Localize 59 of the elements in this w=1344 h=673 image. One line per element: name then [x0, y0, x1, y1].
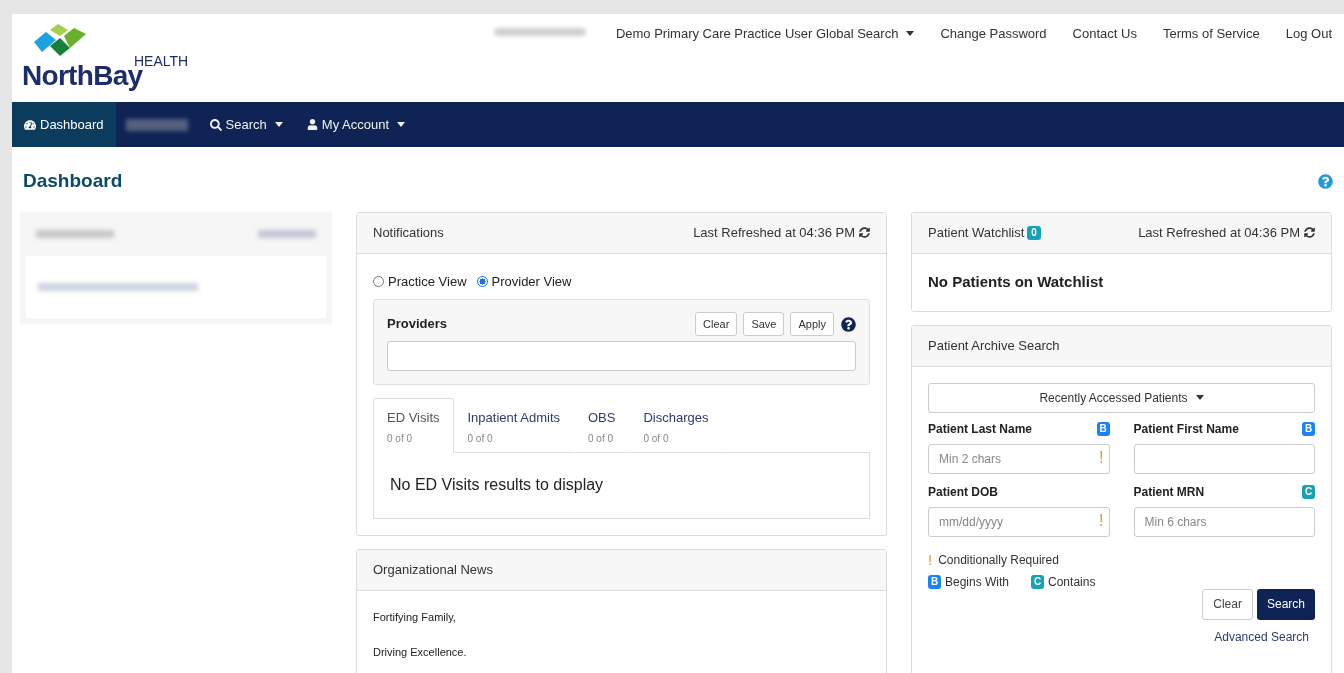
badge: C — [1031, 574, 1045, 589]
refresh-icon[interactable] — [1304, 227, 1315, 238]
nav-item[interactable]: Dashboard — [12, 102, 116, 147]
news-text: Driving Excellence. — [373, 645, 468, 660]
search-icon — [209, 118, 222, 131]
header-link[interactable]: Change Password — [940, 24, 1047, 44]
card-title: Organizational News — [373, 560, 493, 579]
results-tab[interactable]: ED Visits 0 of 0 — [373, 398, 454, 453]
user-icon — [306, 119, 318, 130]
blurred-text — [125, 118, 188, 131]
text-input[interactable]: Min 6 chars — [1133, 506, 1315, 537]
card-title: Notifications — [373, 223, 444, 242]
field-label: Patient First Name — [1133, 420, 1239, 438]
header-link[interactable]: Terms of Service — [1162, 24, 1260, 44]
dashboard-icon — [24, 118, 36, 131]
card-title: Patient Archive Search — [928, 336, 1060, 355]
header-link[interactable]: Demo Primary Care Practice User Global Search — [615, 24, 915, 44]
refresh-time: Last Refreshed at 04:36 PM — [1138, 222, 1315, 243]
field-label: Patient MRN — [1133, 483, 1205, 501]
recent-patients-dropdown[interactable]: Recently Accessed Patients — [928, 382, 1315, 413]
results-tab[interactable]: Discharges 0 of 0 — [629, 398, 723, 453]
header-link[interactable]: Log Out — [1285, 24, 1332, 44]
header-link[interactable]: Contact Us — [1072, 24, 1137, 44]
providers-button[interactable]: Clear — [695, 312, 738, 336]
providers-input[interactable] — [387, 341, 856, 371]
field-label: Patient DOB — [928, 483, 998, 501]
view-radio[interactable]: Provider View — [476, 271, 572, 291]
legend-text: Conditionally Required — [938, 551, 1059, 569]
badge: B — [928, 574, 941, 589]
caret-icon — [1195, 395, 1204, 400]
news-text: Fortifying Family, — [373, 609, 457, 625]
providers-button[interactable]: Apply — [790, 312, 834, 336]
blurred-text — [258, 229, 316, 238]
results-tab[interactable]: Inpatient Admits 0 of 0 — [453, 398, 574, 453]
archive-button[interactable]: Clear — [1202, 588, 1253, 620]
card-title: Patient Watchlist — [928, 223, 1025, 242]
count-badge: 0 — [1027, 225, 1041, 240]
legend-text: Begins With — [945, 573, 1010, 591]
required-mark: ! — [928, 552, 933, 567]
badge: B — [1096, 421, 1110, 436]
providers-label: Providers — [387, 315, 447, 334]
page-title: Dashboard — [23, 169, 123, 193]
empty-message: No Patients on Watchlist — [928, 271, 1104, 292]
results-tab[interactable]: OBS 0 of 0 — [574, 398, 630, 453]
archive-button[interactable]: Search — [1256, 588, 1315, 620]
badge: C — [1302, 484, 1315, 499]
refresh-time: Last Refreshed at 04:36 PM — [693, 222, 870, 243]
required-mark: ! — [1099, 512, 1104, 529]
badge: B — [1302, 421, 1315, 436]
field-label: Patient Last Name — [928, 420, 1033, 438]
providers-button[interactable]: Save — [743, 312, 785, 336]
help-icon[interactable] — [841, 316, 856, 332]
empty-message: No ED Visits results to display — [390, 475, 604, 495]
required-mark: ! — [1099, 449, 1104, 466]
view-radio[interactable]: Practice View — [373, 271, 467, 291]
legend-text: Contains — [1048, 573, 1096, 591]
text-input[interactable] — [1133, 443, 1315, 474]
advanced-search-link[interactable]: Advanced Search — [1214, 627, 1309, 646]
refresh-icon[interactable] — [859, 227, 870, 238]
